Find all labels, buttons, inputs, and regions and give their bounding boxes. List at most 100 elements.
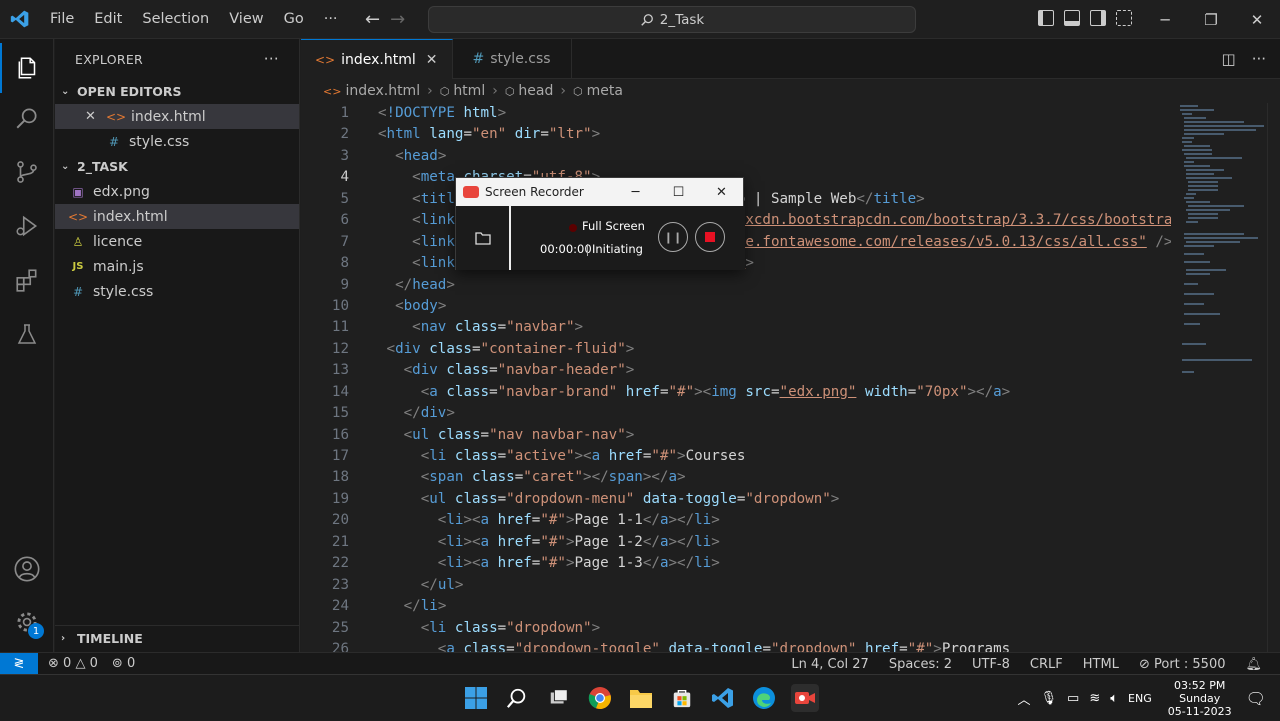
folder-section[interactable]: ⌄ 2_TASK	[55, 154, 299, 179]
code-line[interactable]: 23 </ul>	[301, 575, 1171, 596]
minimap[interactable]	[1176, 103, 1266, 383]
testing-flask-icon[interactable]	[0, 309, 54, 359]
pause-button[interactable]: ❙❙	[658, 222, 688, 252]
battery-icon[interactable]: ▭	[1067, 691, 1079, 706]
code-line[interactable]: 2<html lang="en" dir="ltr">	[301, 124, 1171, 145]
remote-indicator[interactable]: ≷	[0, 653, 38, 675]
chrome-icon[interactable]	[586, 684, 614, 712]
run-debug-icon[interactable]	[0, 201, 54, 251]
code-line[interactable]: 13 <div class="navbar-header">	[301, 360, 1171, 381]
toggle-panel-icon[interactable]	[1064, 10, 1080, 26]
tab-style-css[interactable]: # style.css	[453, 39, 572, 79]
taskbar-screen-recorder-icon[interactable]	[791, 684, 819, 712]
open-editor-item-index-html[interactable]: ✕ <> index.html	[55, 104, 299, 129]
recording-mode[interactable]: Full Screen	[582, 219, 645, 233]
file-item-index-html[interactable]: <> index.html	[55, 204, 299, 229]
menu-edit[interactable]: Edit	[84, 11, 132, 27]
open-editors-section[interactable]: ⌄ OPEN EDITORS	[55, 79, 299, 104]
menu-view[interactable]: View	[219, 11, 273, 27]
volume-icon[interactable]: 🔈︎	[1110, 691, 1118, 706]
cursor-position[interactable]: Ln 4, Col 27	[791, 657, 868, 672]
taskbar-vscode-icon[interactable]	[709, 684, 737, 712]
open-editor-item-style-css[interactable]: # style.css	[55, 129, 299, 154]
file-item-style-css[interactable]: # style.css	[55, 279, 299, 304]
minimize-icon[interactable]: ─	[1142, 0, 1188, 39]
command-center-search[interactable]: 2_Task	[428, 6, 916, 33]
microphone-icon[interactable]: 🎙︎	[1041, 691, 1058, 706]
close-editor-icon[interactable]: ✕	[85, 109, 105, 124]
ports-indicator[interactable]: ⊚ 0	[112, 656, 135, 671]
code-line[interactable]: 16 <ul class="nav navbar-nav">	[301, 425, 1171, 446]
toggle-primary-sidebar-icon[interactable]	[1038, 10, 1054, 26]
code-line[interactable]: 24 </li>	[301, 596, 1171, 617]
forward-arrow-icon[interactable]: →	[390, 9, 405, 30]
notification-center-icon[interactable]: 🗨︎	[1246, 689, 1266, 708]
code-line[interactable]: 9 </head>	[301, 275, 1171, 296]
manage-gear-icon[interactable]: 1	[0, 597, 54, 647]
breadcrumb-item[interactable]: head	[518, 83, 553, 99]
problems-indicator[interactable]: ⊗ 0 △ 0	[48, 656, 98, 671]
customize-layout-icon[interactable]	[1116, 10, 1132, 26]
keyboard-language[interactable]: ENG	[1128, 692, 1152, 705]
file-item-main-js[interactable]: JS main.js	[55, 254, 299, 279]
task-view-icon[interactable]	[545, 684, 573, 712]
code-line[interactable]: 14 <a class="navbar-brand" href="#"><img…	[301, 382, 1171, 403]
encoding[interactable]: UTF-8	[972, 657, 1010, 672]
notifications-bell-icon[interactable]: 🔔︎	[1245, 657, 1262, 672]
breadcrumb-item[interactable]: index.html	[345, 83, 420, 99]
extensions-icon[interactable]	[0, 255, 54, 305]
taskbar-search-icon[interactable]	[503, 684, 531, 712]
code-line[interactable]: 19 <ul class="dropdown-menu" data-toggle…	[301, 489, 1171, 510]
recorder-maximize-icon[interactable]: ☐	[657, 178, 700, 206]
toggle-secondary-sidebar-icon[interactable]	[1090, 10, 1106, 26]
more-actions-icon[interactable]: ···	[1252, 50, 1266, 68]
store-icon[interactable]	[668, 684, 696, 712]
code-line[interactable]: 21 <li><a href="#">Page 1-2</a></li>	[301, 532, 1171, 553]
menu-selection[interactable]: Selection	[132, 11, 219, 27]
indentation[interactable]: Spaces: 2	[889, 657, 952, 672]
clock[interactable]: 03:52 PM Sunday 05-11-2023	[1168, 679, 1232, 718]
file-explorer-icon[interactable]	[627, 684, 655, 712]
menu-go[interactable]: Go	[274, 11, 314, 27]
source-control-icon[interactable]	[0, 147, 54, 197]
edge-icon[interactable]	[750, 684, 778, 712]
recorder-close-icon[interactable]: ✕	[700, 178, 743, 206]
code-line[interactable]: 10 <body>	[301, 296, 1171, 317]
accounts-icon[interactable]	[0, 544, 54, 594]
file-item-edx-png[interactable]: ▣ edx.png	[55, 179, 299, 204]
code-line[interactable]: 3 <head>	[301, 146, 1171, 167]
live-server-port[interactable]: ⊘ Port : 5500	[1139, 657, 1226, 672]
code-line[interactable]: 17 <li class="active"><a href="#">Course…	[301, 446, 1171, 467]
code-line[interactable]: 20 <li><a href="#">Page 1-1</a></li>	[301, 510, 1171, 531]
breadcrumb-item[interactable]: html	[453, 83, 485, 99]
explorer-icon[interactable]	[0, 43, 54, 93]
menu-file[interactable]: File	[40, 11, 84, 27]
tab-index-html[interactable]: <> index.html ✕	[301, 39, 453, 79]
recorder-minimize-icon[interactable]: ─	[614, 178, 657, 206]
breadcrumb-item[interactable]: meta	[587, 83, 623, 99]
tray-chevron-up-icon[interactable]: ︿	[1018, 689, 1031, 708]
language-mode[interactable]: HTML	[1083, 657, 1119, 672]
menu-more[interactable]: ···	[314, 11, 348, 27]
code-line[interactable]: 22 <li><a href="#">Page 1-3</a></li>	[301, 553, 1171, 574]
close-tab-icon[interactable]: ✕	[426, 52, 438, 68]
start-windows-icon[interactable]	[462, 684, 490, 712]
code-line[interactable]: 18 <span class="caret"></span></a>	[301, 467, 1171, 488]
back-arrow-icon[interactable]: ←	[365, 9, 380, 30]
code-line[interactable]: 26 <a class="dropdown-toggle" data-toggl…	[301, 639, 1171, 652]
code-line[interactable]: 12 <div class="container-fluid">	[301, 339, 1171, 360]
line-ending[interactable]: CRLF	[1030, 657, 1063, 672]
code-line[interactable]: 25 <li class="dropdown">	[301, 618, 1171, 639]
close-icon[interactable]: ✕	[1234, 0, 1280, 39]
explorer-more-button[interactable]: ···	[264, 50, 279, 68]
code-line[interactable]: 15 </div>	[301, 403, 1171, 424]
restore-icon[interactable]: ❐	[1188, 0, 1234, 39]
file-item-licence[interactable]: ♙ licence	[55, 229, 299, 254]
stop-button[interactable]	[695, 222, 725, 252]
code-line[interactable]: 11 <nav class="navbar">	[301, 317, 1171, 338]
split-editor-icon[interactable]: ◫	[1222, 50, 1236, 68]
wifi-icon[interactable]: ≋	[1089, 691, 1100, 706]
open-folder-button[interactable]	[456, 206, 511, 270]
code-line[interactable]: 1<!DOCTYPE html>	[301, 103, 1171, 124]
timeline-section[interactable]: › TIMELINE	[55, 625, 300, 650]
